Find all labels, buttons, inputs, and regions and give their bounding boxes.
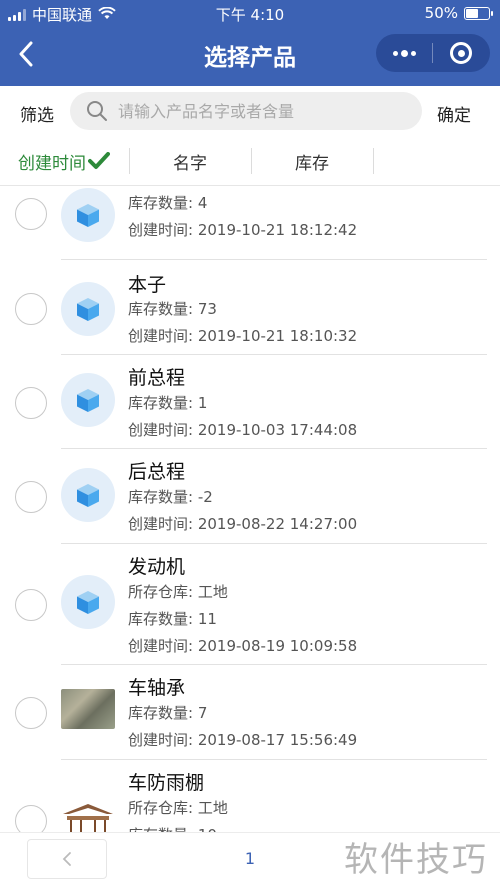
miniprogram-capsule bbox=[376, 34, 490, 72]
product-stock: 库存数量: 73 bbox=[128, 300, 217, 318]
filter-button[interactable]: 筛选 bbox=[20, 101, 54, 126]
product-name: 前总程 bbox=[128, 367, 186, 389]
product-created-time: 创建时间: 2019-08-22 14:27:00 bbox=[128, 515, 358, 533]
product-name: 美绘 bbox=[128, 186, 166, 187]
product-created-time: 创建时间: 2019-08-19 10:09:58 bbox=[128, 637, 358, 655]
list-item[interactable]: 车防雨棚 所存仓库: 工地 库存数量: 10 bbox=[0, 760, 500, 832]
sort-divider bbox=[373, 148, 374, 174]
battery-icon bbox=[464, 6, 493, 20]
select-radio[interactable] bbox=[15, 481, 47, 513]
list-item[interactable]: 车轴承 库存数量: 7 创建时间: 2019-08-17 15:56:49 bbox=[0, 665, 500, 760]
product-created-time: 创建时间: 2019-10-21 18:12:42 bbox=[128, 221, 358, 239]
watermark: 软件技巧 bbox=[344, 840, 488, 880]
search-box bbox=[70, 92, 422, 130]
sort-tab-label: 库存 bbox=[295, 153, 329, 174]
search-row: 筛选 确定 bbox=[0, 86, 500, 136]
cube-icon bbox=[61, 575, 115, 629]
product-name: 车轴承 bbox=[128, 677, 186, 699]
sort-tab-created-time[interactable]: 创建时间 bbox=[0, 136, 128, 186]
more-dots-icon bbox=[392, 49, 416, 57]
product-name: 车防雨棚 bbox=[128, 772, 205, 794]
select-radio[interactable] bbox=[15, 697, 47, 729]
close-miniprogram-button[interactable] bbox=[433, 34, 489, 72]
product-name: 本子 bbox=[128, 274, 167, 296]
cube-icon bbox=[61, 468, 115, 522]
confirm-button[interactable]: 确定 bbox=[437, 101, 471, 126]
product-name: 发动机 bbox=[128, 556, 186, 578]
product-photo bbox=[61, 689, 115, 729]
checkmark-icon bbox=[88, 152, 110, 169]
list-item[interactable]: 本子 库存数量: 73 创建时间: 2019-10-21 18:10:32 bbox=[0, 260, 500, 355]
product-stock: 库存数量: 10 bbox=[128, 824, 217, 832]
select-radio[interactable] bbox=[15, 387, 47, 419]
product-created-time: 创建时间: 2019-08-17 15:56:49 bbox=[128, 731, 358, 749]
product-stock: 库存数量: 1 bbox=[128, 394, 208, 412]
product-stock: 库存数量: 11 bbox=[128, 610, 217, 628]
product-created-time: 创建时间: 2019-10-21 18:10:32 bbox=[128, 327, 358, 345]
list-item[interactable]: 前总程 库存数量: 1 创建时间: 2019-10-03 17:44:08 bbox=[0, 355, 500, 449]
search-icon bbox=[87, 101, 107, 121]
list-item[interactable]: 后总程 库存数量: -2 创建时间: 2019-08-22 14:27:00 bbox=[0, 449, 500, 544]
status-bar: 中国联通 下午 4:10 50% bbox=[0, 0, 500, 28]
product-photo bbox=[61, 802, 115, 832]
select-radio[interactable] bbox=[15, 805, 47, 832]
prev-page-button[interactable] bbox=[27, 839, 107, 879]
select-radio[interactable] bbox=[15, 293, 47, 325]
product-stock: 库存数量: 7 bbox=[128, 704, 208, 722]
sort-tab-stock[interactable]: 库存 bbox=[252, 136, 372, 186]
product-name: 后总程 bbox=[128, 461, 186, 483]
product-list: 美绘 库存数量: 4 创建时间: 2019-10-21 18:12:42 本子 … bbox=[0, 186, 500, 832]
top-bar: 中国联通 下午 4:10 50% 选择产品 bbox=[0, 0, 500, 86]
battery-percent: 50% bbox=[424, 4, 458, 22]
sort-tab-name[interactable]: 名字 bbox=[130, 136, 250, 186]
sort-bar: 创建时间 名字 库存 bbox=[0, 136, 500, 186]
sort-tab-label: 名字 bbox=[173, 153, 207, 174]
cube-icon bbox=[61, 188, 115, 242]
search-input[interactable] bbox=[118, 101, 408, 121]
select-radio[interactable] bbox=[15, 198, 47, 230]
cube-icon bbox=[61, 373, 115, 427]
page-number: 1 bbox=[244, 849, 256, 868]
list-item[interactable]: 发动机 所存仓库: 工地 库存数量: 11 创建时间: 2019-08-19 1… bbox=[0, 544, 500, 665]
product-stock: 库存数量: 4 bbox=[128, 194, 208, 212]
product-stock: 库存数量: -2 bbox=[128, 488, 213, 506]
target-icon bbox=[450, 42, 472, 64]
sort-tab-label: 创建时间 bbox=[18, 153, 86, 174]
product-warehouse: 所存仓库: 工地 bbox=[128, 799, 228, 817]
product-created-time: 创建时间: 2019-10-03 17:44:08 bbox=[128, 421, 358, 439]
select-radio[interactable] bbox=[15, 589, 47, 621]
product-warehouse: 所存仓库: 工地 bbox=[128, 583, 228, 601]
more-button[interactable] bbox=[376, 34, 432, 72]
chevron-left-icon bbox=[62, 852, 71, 866]
cube-icon bbox=[61, 282, 115, 336]
list-item[interactable]: 美绘 库存数量: 4 创建时间: 2019-10-21 18:12:42 bbox=[0, 186, 500, 260]
